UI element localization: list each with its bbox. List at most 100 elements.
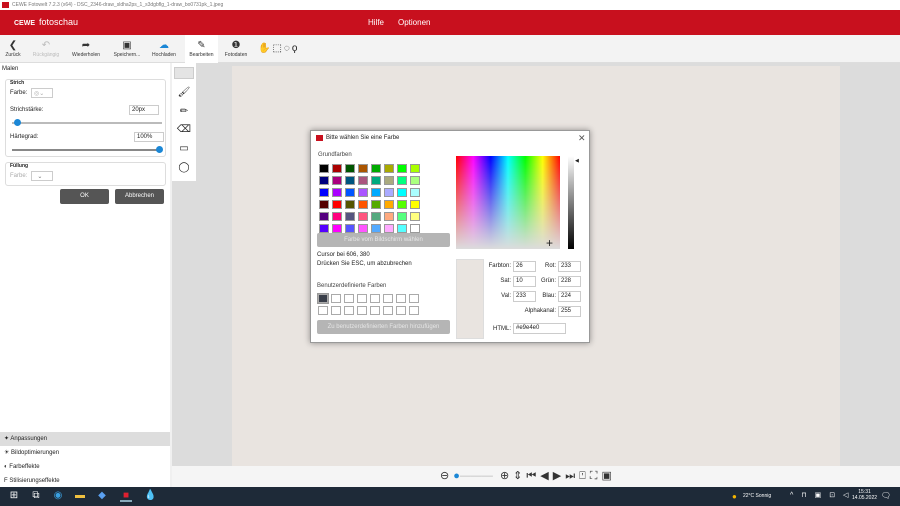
tab-farbeffekte[interactable]: ◐ Farbeffekte [0,460,170,474]
close-icon[interactable]: ✕ [578,133,586,144]
explorer-icon[interactable]: ▬ [74,490,86,502]
custom-color-swatch[interactable] [344,306,354,315]
tab-stilisierungseffekte[interactable]: F Stilisierungseffekte [0,474,170,488]
custom-color-swatch[interactable] [357,306,367,315]
basic-color-swatch[interactable] [371,176,381,185]
basic-color-swatch[interactable] [332,212,342,221]
html-input[interactable]: #e9e4e0 [513,323,566,334]
basic-color-swatch[interactable] [358,224,368,233]
basic-color-swatch[interactable] [358,188,368,197]
basic-color-swatch[interactable] [332,224,342,233]
compare-icon[interactable]: ▣ [601,470,615,482]
basic-color-swatch[interactable] [358,176,368,185]
basic-color-swatch[interactable] [384,212,394,221]
basic-color-swatch[interactable] [358,200,368,209]
custom-color-swatch[interactable] [383,306,393,315]
value-bar[interactable] [568,156,574,249]
basic-color-swatch[interactable] [384,176,394,185]
app-icon[interactable]: ◆ [96,490,108,502]
droplet-app-icon[interactable]: 💧 [144,490,156,502]
value-pointer-icon[interactable]: ◀ [575,158,579,164]
tray-icons[interactable]: ^ ⊓ ▣ ⊡ ◁ [790,491,851,499]
zoom-in-icon[interactable]: ⊕ [500,470,513,482]
stroke-width-slider[interactable] [12,119,162,126]
custom-color-swatch[interactable] [396,306,406,315]
basic-color-swatch[interactable] [319,224,329,233]
undo-button[interactable]: ↶ Rückgängig [30,35,62,63]
ellipse-select-icon[interactable]: ◌ [284,43,292,54]
custom-color-swatch[interactable] [396,294,406,303]
basic-color-swatch[interactable] [384,164,394,173]
brush-icon[interactable]: 🖌 [174,84,194,101]
basic-color-swatch[interactable] [332,164,342,173]
photo-info-button[interactable]: ❶ Fotodaten [221,35,251,63]
basic-color-swatch[interactable] [397,212,407,221]
basic-color-swatch[interactable] [397,224,407,233]
basic-color-swatch[interactable] [345,212,355,221]
basic-color-swatch[interactable] [410,164,420,173]
basic-color-swatch[interactable] [410,200,420,209]
pick-screen-button[interactable]: Farbe vom Bildschirm wählen [317,233,450,247]
hardness-input[interactable]: 100% [134,132,164,142]
fill-color-picker[interactable]: ⌄ [31,171,53,181]
basic-color-swatch[interactable] [410,224,420,233]
weather-text[interactable]: 22°C Sonnig [743,493,771,499]
stroke-width-input[interactable]: 20px [129,105,159,115]
basic-color-swatch[interactable] [384,224,394,233]
basic-color-swatch[interactable] [410,188,420,197]
notification-icon[interactable]: 🗨 [880,490,892,502]
basic-color-swatch[interactable] [358,164,368,173]
red-input[interactable]: 233 [558,261,581,272]
zoom-out-icon[interactable]: ⊖ [440,470,453,482]
custom-color-swatch[interactable] [357,294,367,303]
save-button[interactable]: ▣ Speichern... [110,35,144,63]
rectangle-icon[interactable]: ▭ [174,140,194,157]
custom-color-swatch[interactable] [331,294,341,303]
hand-icon[interactable]: ✋ [258,43,272,54]
basic-color-swatch[interactable] [319,212,329,221]
fit-icon[interactable]: ⇕ [513,470,526,482]
cewe-taskbar-icon[interactable]: ■ [120,490,132,502]
ok-button[interactable]: OK [60,189,109,204]
pencil-icon[interactable]: ✏ [174,103,194,120]
next-icon[interactable]: ▶ [553,470,565,482]
rect-select-icon[interactable]: ⬚ [272,43,283,54]
tab-bildoptimierungen[interactable]: ☀ Bildoptimierungen [0,446,170,460]
basic-color-swatch[interactable] [371,200,381,209]
basic-color-swatch[interactable] [397,200,407,209]
custom-color-swatch[interactable] [409,306,419,315]
blue-input[interactable]: 224 [558,291,581,302]
alpha-input[interactable]: 255 [558,306,581,317]
custom-color-swatch[interactable] [370,306,380,315]
custom-color-swatch[interactable] [370,294,380,303]
lasso-icon[interactable]: ϙ [292,43,300,54]
custom-color-swatch[interactable] [318,306,328,315]
slider-knob[interactable] [156,146,163,153]
prev-icon[interactable]: ◀ [540,470,552,482]
basic-color-swatch[interactable] [345,224,355,233]
slider-knob[interactable] [14,119,21,126]
custom-color-swatch[interactable] [344,294,354,303]
basic-color-swatch[interactable] [410,176,420,185]
edit-button[interactable]: ✎ Bearbeiten [185,35,218,63]
add-custom-button[interactable]: Zu benutzerdefinierten Farben hinzufügen [317,320,450,334]
bookmark-icon[interactable]: ⍞ [579,470,590,482]
green-input[interactable]: 228 [558,276,581,287]
basic-color-swatch[interactable] [332,200,342,209]
custom-color-swatch[interactable] [317,293,329,304]
basic-color-swatch[interactable] [345,176,355,185]
basic-color-swatch[interactable] [384,188,394,197]
basic-color-swatch[interactable] [371,164,381,173]
back-button[interactable]: ❮ Zurück [2,35,24,63]
eraser-icon[interactable]: ⌫ [174,121,194,138]
hue-sat-spectrum[interactable]: + [456,156,560,249]
zoom-slider[interactable]: ●——— [453,470,493,482]
menu-hilfe[interactable]: Hilfe [368,18,384,27]
basic-color-swatch[interactable] [384,200,394,209]
custom-color-swatch[interactable] [383,294,393,303]
tab-anpassungen[interactable]: ✦ Anpassungen [0,432,170,446]
last-icon[interactable]: ⏭ [565,470,579,482]
task-view-icon[interactable]: ⧉ [30,490,42,502]
basic-color-swatch[interactable] [371,212,381,221]
first-icon[interactable]: ⏮ [526,470,540,482]
